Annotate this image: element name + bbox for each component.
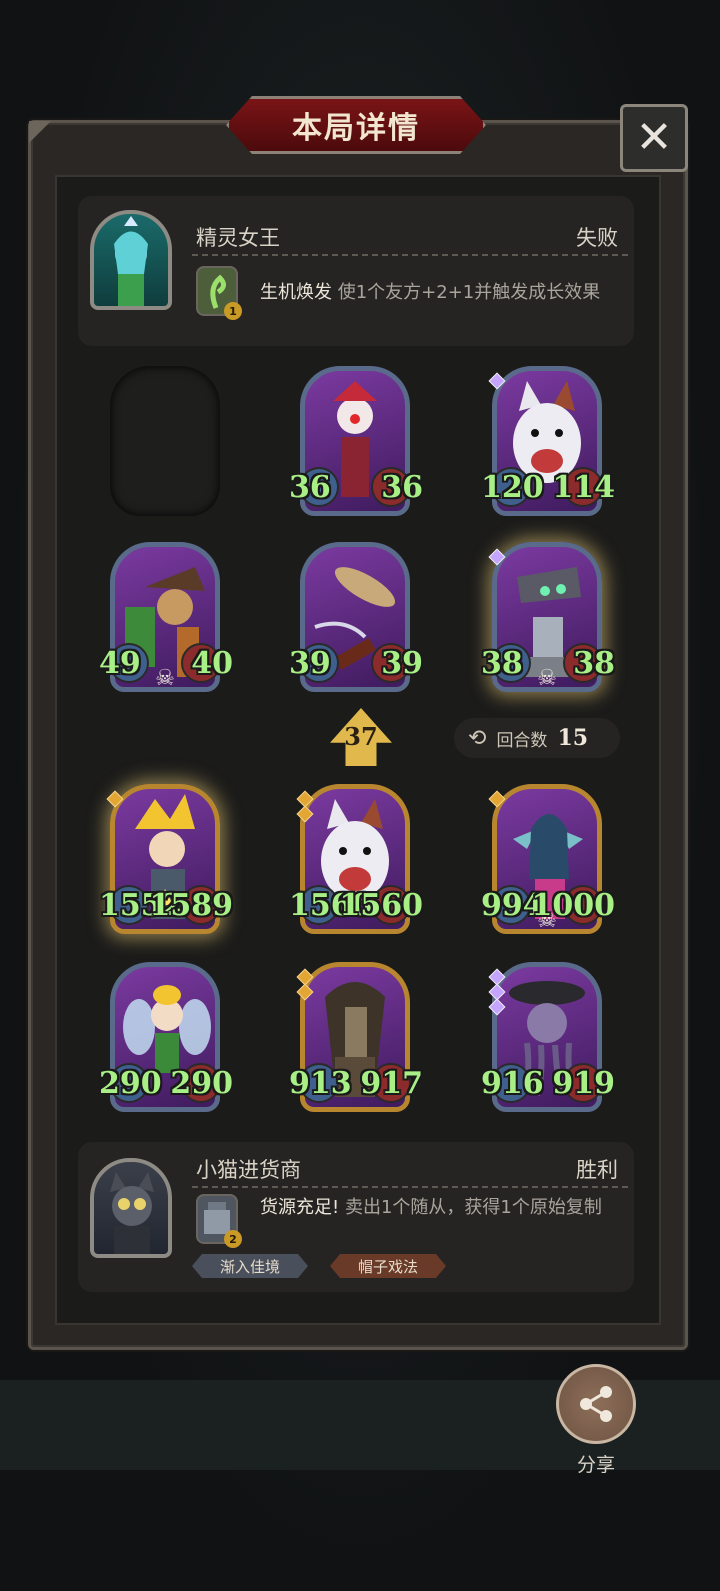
rounds-value: 15: [557, 725, 589, 751]
share-label: 分享: [576, 1454, 615, 1476]
elf-queen-portrait-art: [114, 216, 148, 306]
health-value: 1589: [149, 888, 234, 923]
attack-value: 120: [481, 470, 544, 505]
trait-tag-2[interactable]: 帽子戏法: [330, 1254, 446, 1278]
opponent-result: 失败: [576, 226, 618, 250]
opponent-skill-desc: 使1个友方+2+1并触发成长效果: [337, 282, 601, 303]
health-value: 290: [170, 1066, 233, 1101]
player-minion-card[interactable]: 1560 1560: [289, 784, 423, 934]
skill-level-badge: 1: [224, 302, 242, 320]
player-minion-card[interactable]: 290 290: [99, 962, 233, 1112]
opponent-minion-card[interactable]: 36 36: [289, 366, 423, 516]
skill-level-badge: 2: [224, 1230, 242, 1248]
cat-merchant-portrait-art: [110, 1172, 154, 1254]
star-pip-icon: [106, 790, 124, 808]
attack-value: 290: [99, 1066, 162, 1101]
health-value: 1000: [531, 888, 616, 923]
close-icon: ✕: [635, 112, 673, 163]
player-result: 胜利: [576, 1158, 618, 1182]
player-minion-card[interactable]: 1552 1589: [99, 784, 233, 934]
health-value: 917: [360, 1066, 423, 1101]
health-value: 114: [552, 470, 615, 505]
star-pip-icon: [296, 983, 314, 1001]
star-pips: [488, 790, 506, 808]
attack-value: 913: [289, 1066, 352, 1101]
panel-corner: [29, 121, 51, 143]
refresh-icon: ⟲: [468, 725, 487, 751]
player-minion-card[interactable]: 913 917: [289, 962, 423, 1112]
opponent-skill-name: 生机焕发: [260, 282, 332, 303]
rounds-counter: ⟲ 回合数 15: [454, 718, 620, 758]
divider: [192, 254, 628, 256]
attack-value: 38: [481, 646, 523, 681]
health-value: 1560: [339, 888, 424, 923]
star-pip-icon: [488, 372, 506, 390]
skull-icon: ☠: [537, 666, 557, 691]
opponent-skill-icon[interactable]: 1: [196, 266, 242, 320]
opponent-minion-card[interactable]: 120 114: [481, 366, 615, 516]
opponent-minion-card[interactable]: 39 39: [289, 542, 423, 692]
health-value: 38: [573, 646, 615, 681]
opponent-minion-card[interactable]: ☠ 38 38: [481, 542, 615, 692]
star-pip-icon: [296, 805, 314, 823]
player-minion-card[interactable]: ☠ 994 1000: [481, 784, 615, 934]
star-pips: [106, 790, 124, 808]
player-name: 小猫进货商: [196, 1158, 301, 1182]
opponent-minion-card[interactable]: ☠ 49 40: [99, 542, 233, 692]
star-pips: [296, 790, 314, 823]
star-pips: [296, 968, 314, 1001]
player-hero-box: 小猫进货商 胜利 2 货源充足! 卖出1个随从，获得1个原始复制 渐入佳境 帽子…: [78, 1142, 634, 1292]
opponent-name: 精灵女王: [196, 226, 280, 250]
page-title: 本局详情: [292, 111, 420, 146]
health-value: 36: [381, 470, 423, 505]
health-value: 919: [552, 1066, 615, 1101]
close-button[interactable]: ✕: [620, 104, 688, 172]
opponent-empty-slot: [110, 366, 220, 516]
health-value: 40: [191, 646, 233, 681]
opponent-portrait[interactable]: [90, 210, 172, 310]
star-pip-icon: [488, 998, 506, 1016]
attack-value: 49: [99, 646, 141, 681]
health-value: 39: [381, 646, 423, 681]
player-skill-desc: 卖出1个随从，获得1个原始复制: [344, 1197, 602, 1218]
player-minion-card[interactable]: 916 919: [481, 962, 615, 1112]
player-skill-icon[interactable]: 2: [196, 1194, 242, 1248]
trait-tag-1[interactable]: 渐入佳境: [192, 1254, 308, 1278]
star-pips: [488, 968, 506, 1016]
attack-value: 36: [289, 470, 331, 505]
tavern-tier-number: 37: [344, 722, 378, 751]
star-pips: [488, 548, 506, 566]
player-portrait[interactable]: [90, 1158, 172, 1258]
share-icon: [580, 1386, 612, 1422]
star-pip-icon: [488, 548, 506, 566]
share-button[interactable]: [556, 1364, 636, 1444]
skull-icon: ☠: [155, 666, 175, 691]
star-pip-icon: [488, 790, 506, 808]
player-skill-name: 货源充足!: [260, 1197, 340, 1218]
title-banner: 本局详情: [226, 96, 486, 154]
opponent-hero-box: 精灵女王 失败 1 生机焕发 使1个友方+2+1并触发成长效果: [78, 196, 634, 346]
rounds-label: 回合数: [496, 730, 548, 751]
opponent-skill-text: 生机焕发 使1个友方+2+1并触发成长效果: [260, 278, 600, 304]
star-pips: [488, 372, 506, 390]
divider: [192, 1186, 628, 1188]
attack-value: 39: [289, 646, 331, 681]
player-skill-text: 货源充足! 卖出1个随从，获得1个原始复制: [260, 1196, 620, 1220]
attack-value: 916: [481, 1066, 544, 1101]
